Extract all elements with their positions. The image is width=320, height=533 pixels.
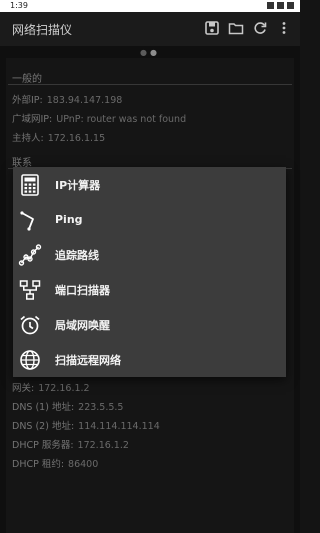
wifi-icon [267,2,274,9]
traceroute-icon [18,243,42,266]
port-scanner-icon [19,279,41,300]
menu-item-ping[interactable]: Ping [13,202,286,237]
globe-icon [20,349,40,370]
menu-label: Ping [55,213,83,226]
signal-icon [277,2,284,9]
alarm-clock-icon [20,315,40,334]
ping-icon [20,210,34,231]
menu-label: 追踪路线 [55,248,99,262]
status-icons [267,2,294,9]
menu-label: 局域网唤醒 [55,318,110,332]
save-icon[interactable] [204,20,220,36]
menu-label: 扫描远程网络 [55,353,121,367]
app-bar: 网络扫描仪 [0,12,300,46]
menu-item-traceroute[interactable]: 追踪路线 [13,237,286,272]
menu-item-wake-on-lan[interactable]: 局域网唤醒 [13,307,286,342]
app-title: 网络扫描仪 [12,23,73,37]
app-actions [204,20,292,36]
refresh-icon[interactable] [252,20,268,36]
status-bar: 1:39 [0,0,300,12]
menu-item-scan-remote[interactable]: 扫描远程网络 [13,342,286,377]
calculator-icon [21,173,39,196]
battery-icon [287,2,294,9]
status-time: 1:39 [10,1,28,10]
menu-item-ip-calculator[interactable]: IP计算器 [13,167,286,202]
menu-item-port-scanner[interactable]: 端口扫描器 [13,272,286,307]
tools-menu: IP计算器 Ping 追踪路线 端口扫描器 局域网唤醒 扫描远程网络 [13,167,286,377]
menu-label: IP计算器 [55,178,101,192]
more-vert-icon[interactable] [276,20,292,36]
menu-label: 端口扫描器 [55,283,110,297]
folder-icon[interactable] [228,20,244,36]
